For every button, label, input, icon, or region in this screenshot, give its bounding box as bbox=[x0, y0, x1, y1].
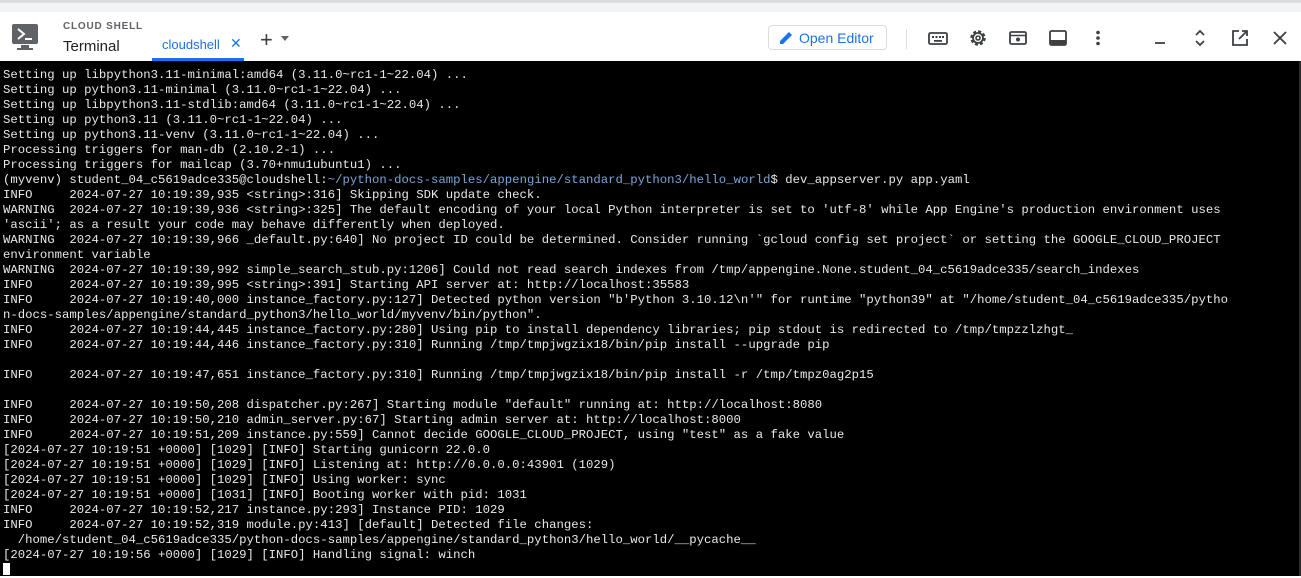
gear-icon[interactable] bbox=[968, 28, 988, 48]
terminal-line: /home/student_04_c5619adce335/python-doc… bbox=[3, 533, 756, 547]
minimize-icon[interactable] bbox=[1150, 28, 1170, 48]
terminal-line: INFO 2024-07-27 10:19:40,000 instance_fa… bbox=[3, 293, 1228, 307]
terminal-line: Setting up libpython3.11-stdlib:amd64 (3… bbox=[3, 98, 461, 112]
terminal-line: WARNING 2024-07-27 10:19:39,992 simple_s… bbox=[3, 263, 1140, 277]
terminal-line: INFO 2024-07-27 10:19:39,995 <string>:39… bbox=[3, 278, 690, 292]
terminal-line: INFO 2024-07-27 10:19:50,210 admin_serve… bbox=[3, 413, 741, 427]
close-icon[interactable] bbox=[1270, 28, 1290, 48]
open-editor-label: Open Editor bbox=[799, 30, 874, 46]
chevron-down-icon bbox=[281, 36, 289, 41]
terminal-line: Setting up python3.11 (3.11.0~rc1-1~22.0… bbox=[3, 113, 343, 127]
terminal-line: Processing triggers for mailcap (3.70+nm… bbox=[3, 158, 402, 172]
prompt-path: ~/python-docs-samples/appengine/standard… bbox=[327, 173, 771, 187]
terminal-line: environment variable bbox=[3, 248, 151, 262]
add-tab-button[interactable]: + bbox=[258, 28, 294, 52]
terminal-line: n-docs-samples/appengine/standard_python… bbox=[3, 308, 542, 322]
terminal-line: INFO 2024-07-27 10:19:39,935 <string>:31… bbox=[3, 188, 542, 202]
prompt-user: (myvenv) student_04_c5619adce335@cloudsh… bbox=[3, 173, 328, 187]
tab-cloudshell[interactable]: cloudshell ✕ bbox=[152, 24, 244, 61]
terminal-line: INFO 2024-07-27 10:19:47,651 instance_fa… bbox=[3, 368, 874, 382]
terminal-line: WARNING 2024-07-27 10:19:39,936 <string>… bbox=[3, 203, 1221, 217]
app-subtitle: CLOUD SHELL bbox=[63, 21, 143, 32]
terminal-line: INFO 2024-07-27 10:19:51,209 instance.py… bbox=[3, 428, 845, 442]
terminal-line: 'ascii'; as a result your code may behav… bbox=[3, 218, 505, 232]
plus-icon: + bbox=[260, 27, 273, 52]
open-editor-button[interactable]: Open Editor bbox=[768, 25, 887, 50]
prompt-command: $ dev_appserver.py app.yaml bbox=[770, 173, 970, 187]
terminal-line: WARNING 2024-07-27 10:19:39,966 _default… bbox=[3, 233, 1221, 247]
terminal-line: Setting up libpython3.11-minimal:amd64 (… bbox=[3, 68, 468, 82]
terminal-line: Setting up python3.11-venv (3.11.0~rc1-1… bbox=[3, 128, 380, 142]
keyboard-icon[interactable] bbox=[928, 28, 948, 48]
terminal-line: [2024-07-27 10:19:51 +0000] [1031] [INFO… bbox=[3, 488, 527, 502]
terminal-line: Processing triggers for man-db (2.10.2-1… bbox=[3, 143, 336, 157]
toolbar-divider bbox=[906, 29, 907, 49]
top-strip bbox=[0, 0, 1301, 12]
terminal-line: INFO 2024-07-27 10:19:44,445 instance_fa… bbox=[3, 323, 1074, 337]
web-preview-icon[interactable] bbox=[1008, 28, 1028, 48]
terminal-line: INFO 2024-07-27 10:19:52,319 module.py:4… bbox=[3, 518, 594, 532]
restore-icon[interactable] bbox=[1190, 28, 1210, 48]
layout-icon[interactable] bbox=[1048, 28, 1068, 48]
terminal-line: [2024-07-27 10:19:51 +0000] [1029] [INFO… bbox=[3, 458, 616, 472]
terminal-icon bbox=[11, 23, 43, 51]
open-in-new-icon[interactable] bbox=[1230, 28, 1250, 48]
more-vert-icon[interactable] bbox=[1088, 28, 1108, 48]
terminal-line: [2024-07-27 10:19:51 +0000] [1029] [INFO… bbox=[3, 473, 446, 487]
tab-label: cloudshell bbox=[162, 37, 220, 52]
terminal-line: Setting up python3.11-minimal (3.11.0~rc… bbox=[3, 83, 402, 97]
terminal-line: INFO 2024-07-27 10:19:52,217 instance.py… bbox=[3, 503, 505, 517]
app-title: Terminal bbox=[63, 38, 120, 55]
terminal-output[interactable]: Setting up libpython3.11-minimal:amd64 (… bbox=[0, 61, 1301, 576]
prompt-line: (myvenv) student_04_c5619adce335@cloudsh… bbox=[3, 173, 1228, 188]
terminal-line: [2024-07-27 10:19:56 +0000] [1029] [INFO… bbox=[3, 548, 476, 562]
cloud-shell-header: CLOUD SHELL Terminal cloudshell ✕ + Open… bbox=[0, 12, 1301, 61]
terminal-cursor bbox=[3, 563, 10, 575]
terminal-line: [2024-07-27 10:19:51 +0000] [1029] [INFO… bbox=[3, 443, 491, 457]
close-icon[interactable]: ✕ bbox=[230, 36, 242, 50]
terminal-line: INFO 2024-07-27 10:19:50,208 dispatcher.… bbox=[3, 398, 823, 412]
terminal-line: INFO 2024-07-27 10:19:44,446 instance_fa… bbox=[3, 338, 830, 352]
